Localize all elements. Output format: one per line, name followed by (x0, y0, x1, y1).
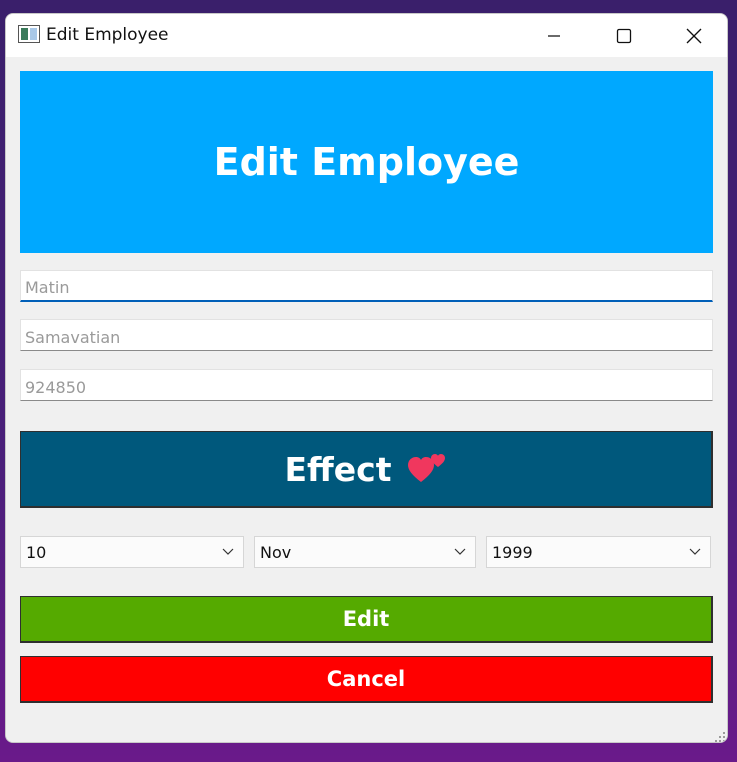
cancel-button-label: Cancel (326, 667, 406, 691)
last-name-input[interactable] (20, 319, 713, 351)
day-select-value: 10 (26, 542, 47, 562)
employee-code-input[interactable] (20, 369, 713, 401)
two-hearts-icon (407, 449, 448, 489)
close-icon (686, 28, 702, 43)
header-banner: Edit Employee (20, 71, 713, 253)
year-select[interactable]: 1999 (486, 536, 711, 568)
chevron-down-icon (680, 548, 710, 556)
app-icon (18, 25, 40, 43)
first-name-input[interactable] (20, 270, 713, 302)
header-title: Edit Employee (213, 140, 520, 184)
chevron-down-icon (213, 548, 243, 556)
effect-button-label: Effect (284, 449, 392, 489)
effect-button[interactable]: Effect (20, 431, 713, 508)
edit-button-label: Edit (342, 607, 390, 631)
close-button[interactable] (659, 14, 727, 57)
cancel-button[interactable]: Cancel (20, 656, 713, 703)
form-area: Edit Employee Effect 10 Nov (6, 57, 727, 742)
maximize-button[interactable] (589, 14, 659, 57)
edit-employee-window: Edit Employee Edit Employee Effect (5, 13, 728, 743)
window-title: Edit Employee (46, 25, 169, 45)
title-bar[interactable]: Edit Employee (6, 14, 727, 57)
chevron-down-icon (445, 548, 475, 556)
edit-button[interactable]: Edit (20, 596, 713, 643)
month-select[interactable]: Nov (254, 536, 476, 568)
minimize-icon (548, 34, 560, 37)
maximize-icon (616, 28, 632, 43)
year-select-value: 1999 (492, 542, 533, 562)
day-select[interactable]: 10 (20, 536, 244, 568)
resize-grip[interactable] (713, 730, 725, 742)
month-select-value: Nov (260, 542, 292, 562)
minimize-button[interactable] (519, 14, 589, 57)
